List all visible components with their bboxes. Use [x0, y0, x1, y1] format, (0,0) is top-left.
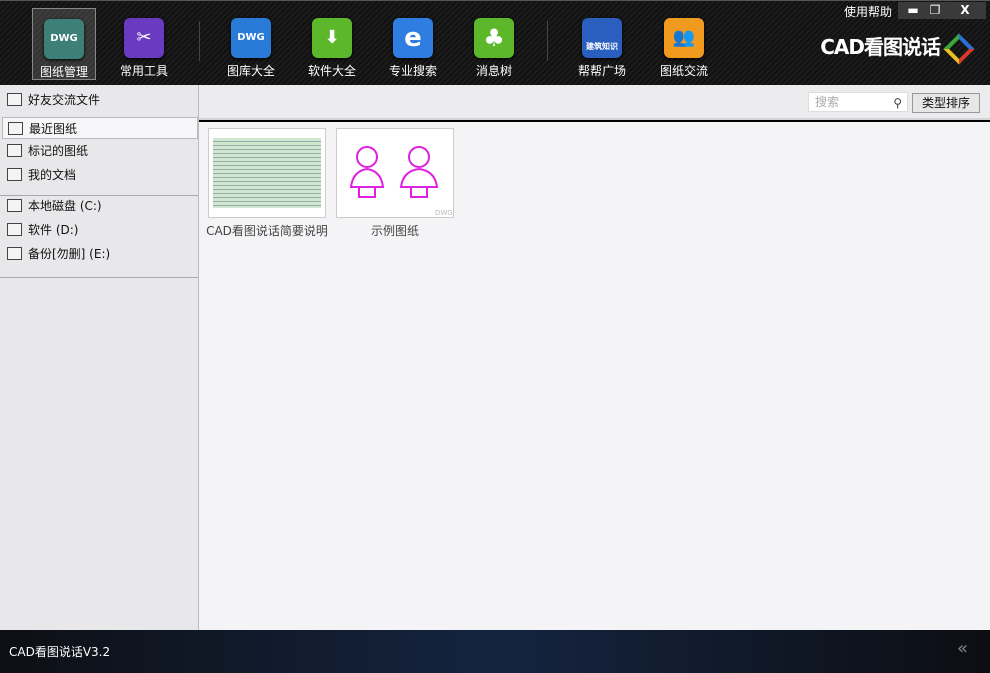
toolbar-label: 软件大全	[307, 64, 356, 78]
toolbar-drawing-management[interactable]: DWG 图纸管理	[32, 8, 96, 80]
toolbar-search[interactable]: e 专业搜索	[381, 8, 445, 80]
app-logo: CAD看图说话	[820, 31, 975, 65]
tree-icon: ♣	[474, 18, 514, 58]
file-name[interactable]: 示例图纸	[325, 222, 465, 239]
friend-icon	[7, 93, 22, 106]
sidebar-item-label: 本地磁盘 (C:)	[28, 199, 102, 213]
toolbar-separator	[547, 21, 548, 61]
toolbar-drawing-exchange[interactable]: 👥 图纸交流	[652, 8, 716, 80]
file-thumbnail[interactable]: DWG	[336, 128, 454, 218]
monitor-icon	[7, 247, 22, 260]
toolbar-label: 帮帮广场	[577, 64, 626, 78]
logo-diamond-icon	[943, 32, 975, 65]
documents-icon	[7, 168, 22, 181]
sidebar-item-drive-c[interactable]: 本地磁盘 (C:)	[2, 195, 198, 217]
toolbar-label: 专业搜索	[388, 64, 437, 78]
graduation-cap-icon: 建筑知识	[582, 18, 622, 58]
search-icon[interactable]: ⚲	[893, 94, 902, 112]
sort-by-type-button[interactable]: 类型排序	[912, 93, 980, 113]
toolbar-software[interactable]: ⬇ 软件大全	[300, 8, 364, 80]
document-preview	[213, 138, 321, 208]
search-input[interactable]: 搜索 ⚲	[808, 92, 908, 112]
sidebar-item-label: 备份[勿删] (E:)	[28, 247, 111, 261]
sidebar-item-friend-files[interactable]: 好友交流文件	[2, 89, 198, 111]
toolbar-label: 图纸交流	[659, 64, 708, 78]
sidebar-item-drive-d[interactable]: 软件 (D:)	[2, 219, 198, 241]
sidebar-item-label: 我的文档	[28, 168, 77, 182]
monitor-icon	[7, 223, 22, 236]
toolbar-help-square[interactable]: 建筑知识 帮帮广场	[570, 8, 634, 80]
help-link[interactable]: 使用帮助	[844, 3, 892, 20]
version-label: CAD看图说话V3.2	[9, 645, 111, 659]
collapse-icon[interactable]: «	[957, 638, 968, 659]
sidebar-item-drive-e[interactable]: 备份[勿删] (E:)	[2, 243, 198, 265]
download-box-icon: ⬇	[312, 18, 352, 58]
toolbar-separator	[199, 21, 200, 61]
sidebar-item-label: 好友交流文件	[28, 93, 101, 107]
content-toolbar: 搜索 ⚲ 类型排序	[199, 85, 990, 120]
users-icon: 👥	[664, 18, 704, 58]
sidebar: 好友交流文件 最近图纸 标记的图纸 我的文档 本地磁盘 (C:) 软件 (D:)…	[0, 85, 199, 630]
search-placeholder: 搜索	[815, 95, 840, 109]
status-bar: CAD看图说话V3.2 «	[0, 630, 990, 673]
file-name[interactable]: CAD看图说话简要说明	[197, 222, 337, 239]
close-button[interactable]: X	[944, 2, 986, 19]
sidebar-item-marked[interactable]: 标记的图纸	[2, 140, 198, 162]
toolbar-label: 图纸管理	[39, 65, 88, 79]
sidebar-item-label: 软件 (D:)	[28, 223, 79, 237]
bust-drawing-preview: DWG	[349, 146, 453, 217]
sidebar-item-label: 标记的图纸	[28, 144, 89, 158]
toolbar-label: 图库大全	[226, 64, 275, 78]
dwg-library-icon: DWG	[231, 18, 271, 58]
toolbar-drawing-library[interactable]: DWG 图库大全	[219, 8, 283, 80]
monitor-icon	[7, 199, 22, 212]
toolbar-message-tree[interactable]: ♣ 消息树	[462, 8, 526, 80]
logo-text: CAD看图说话	[820, 35, 941, 59]
dwg-badge: DWG	[435, 209, 453, 217]
scissors-icon: ✂	[124, 18, 164, 58]
dwg-viewer-icon: DWG	[44, 19, 84, 59]
toolbar-label: 常用工具	[119, 64, 168, 78]
toolbar-label: 消息树	[475, 64, 512, 78]
sidebar-item-recent[interactable]: 最近图纸	[2, 117, 198, 139]
sidebar-item-documents[interactable]: 我的文档	[2, 164, 198, 186]
file-grid: CAD看图说话简要说明 DWG 示例图纸	[199, 122, 990, 630]
sidebar-item-label: 最近图纸	[29, 122, 78, 136]
sidebar-divider	[0, 277, 198, 278]
file-thumbnail[interactable]	[208, 128, 326, 218]
marked-folder-icon	[7, 144, 22, 157]
recent-icon	[8, 122, 23, 135]
header-toolbar: DWG 图纸管理 ✂ 常用工具 DWG 图库大全 ⬇ 软件大全 e 专业搜索 ♣ 消息树 建…	[0, 0, 990, 85]
ie-search-icon: e	[393, 18, 433, 58]
toolbar-common-tools[interactable]: ✂ 常用工具	[112, 8, 176, 80]
